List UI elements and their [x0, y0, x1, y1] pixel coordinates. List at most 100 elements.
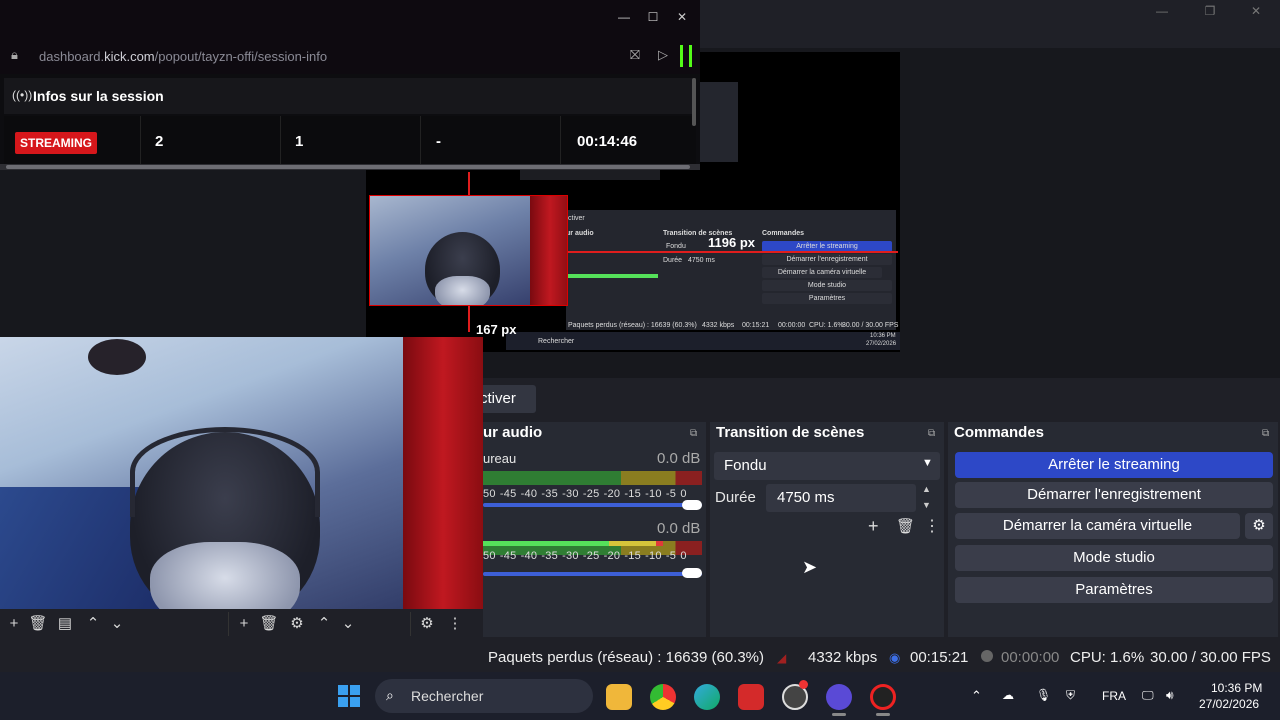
inner-fondu: Fondu	[666, 243, 686, 250]
inner-cmd-2: Démarrer la caméra virtuelle	[762, 267, 882, 278]
inner-cmd-1: Démarrer l'enregistrement	[762, 254, 892, 265]
scrollbar-thumb[interactable]	[6, 165, 690, 169]
source-settings-icon[interactable]: ⚙	[287, 614, 307, 634]
stat-subs: -	[436, 133, 441, 150]
popout-close-icon[interactable]: ✕	[672, 10, 692, 26]
dock-float-icon[interactable]: ⧉	[690, 428, 702, 440]
security-icon[interactable]: ⛨	[1066, 688, 1075, 703]
webcam-feed	[0, 337, 483, 609]
source-down-icon[interactable]: ⌄	[338, 614, 358, 634]
start-recording-button[interactable]: Démarrer l'enregistrement	[955, 482, 1273, 508]
notification-dot	[799, 680, 808, 689]
kick-bar-icon-b	[689, 45, 692, 67]
move-up-icon[interactable]: ⌃	[83, 614, 103, 634]
inner-clock-date: 27/02/2026	[866, 341, 897, 347]
divider	[228, 612, 229, 636]
tray-overflow-icon[interactable]: ⌃	[971, 688, 982, 704]
onedrive-icon[interactable]: ☁	[1002, 688, 1014, 702]
face	[150, 542, 300, 609]
language-indicator[interactable]: FRA	[1102, 689, 1126, 703]
height-guide-label: 167 px	[476, 322, 517, 337]
remove-source-icon[interactable]: 🗑︎	[259, 614, 279, 634]
divider	[410, 612, 411, 636]
spin-up-icon[interactable]: ▲	[922, 484, 931, 494]
stop-streaming-button[interactable]: Arrêter le streaming	[955, 452, 1273, 478]
webcam-source-selected[interactable]	[369, 195, 568, 306]
status-badge: STREAMING	[15, 132, 97, 154]
headphones	[130, 427, 320, 517]
channel-db: 0.0 dB	[657, 450, 701, 467]
wps-icon[interactable]	[738, 684, 764, 710]
stat-followers: 1	[295, 133, 304, 150]
remove-scene-icon[interactable]: 🗑︎	[28, 614, 48, 634]
source-up-icon[interactable]: ⌃	[314, 614, 334, 634]
volume-slider[interactable]	[483, 503, 702, 507]
audio-advanced-icon[interactable]: ⚙	[417, 614, 437, 634]
url-text[interactable]: dashboard.kick.com/popout/tayzn-offi/ses…	[39, 49, 327, 64]
studio-mode-button[interactable]: Mode studio	[955, 545, 1273, 571]
taskbar	[0, 672, 1280, 720]
volume-knob[interactable]	[682, 568, 702, 578]
curtain	[530, 196, 567, 305]
edge-icon[interactable]	[694, 684, 720, 710]
maximize-icon[interactable]: ❐	[1200, 4, 1220, 20]
add-transition-icon[interactable]: +	[868, 516, 879, 537]
close-icon[interactable]: ✕	[1246, 4, 1266, 20]
channel-name: ureau	[483, 451, 517, 466]
filters-icon[interactable]: ▤	[55, 614, 75, 634]
lock-icon: 🔒︎	[11, 47, 18, 62]
audio-mixer-title: ur audio	[483, 424, 543, 441]
duration-input[interactable]: 4750 ms	[766, 484, 916, 512]
search-placeholder: Rechercher	[411, 688, 484, 704]
more-menu-icon[interactable]: ⋮	[445, 614, 465, 634]
cell-divider	[560, 116, 561, 164]
running-indicator	[876, 713, 890, 716]
volume-icon[interactable]: 🔊︎	[1166, 688, 1174, 703]
session-title: Infos sur la session	[33, 88, 164, 104]
discord-like-icon[interactable]	[826, 684, 852, 710]
popout-maximize-icon[interactable]: ☐	[643, 10, 663, 26]
transition-select[interactable]: Fondu ▼	[714, 452, 940, 480]
dock-float-icon[interactable]: ⧉	[1262, 428, 1274, 440]
stat-duration: 00:14:46	[577, 133, 638, 150]
add-source-icon[interactable]: +	[234, 614, 254, 634]
more-menu-icon[interactable]: ⋮	[924, 516, 940, 536]
shield-icon[interactable]: ⛝	[630, 47, 640, 63]
chrome-icon[interactable]	[650, 684, 676, 710]
microphone-icon[interactable]: 🎙︎	[1036, 688, 1051, 702]
network-warning-icon: ◢	[777, 651, 787, 665]
start-virtualcam-button[interactable]: Démarrer la caméra virtuelle	[955, 513, 1240, 539]
audio-meter	[483, 471, 702, 485]
inner-rec: 00:00:00	[778, 322, 806, 329]
send-icon[interactable]: ▷	[658, 47, 668, 63]
obs-titlebar: — ❐ ✕	[700, 0, 1280, 26]
windows-start-icon[interactable]	[338, 685, 360, 707]
popout-minimize-icon[interactable]: —	[614, 10, 634, 26]
opera-icon[interactable]	[870, 684, 896, 710]
fps: 30.00 / 30.00 FPS	[1150, 649, 1271, 666]
add-scene-icon[interactable]: +	[4, 614, 24, 634]
trash-icon[interactable]: 🗑︎	[896, 517, 915, 535]
settings-button[interactable]: Paramètres	[955, 577, 1273, 603]
clock-time[interactable]: 10:36 PM	[1211, 681, 1262, 695]
volume-knob[interactable]	[682, 500, 702, 510]
inner-cmd-3: Mode studio	[762, 280, 892, 291]
taskbar-search[interactable]: ⌕ Rechercher	[375, 679, 593, 713]
vertical-scrollbar[interactable]	[692, 78, 696, 126]
dropped-frames: Paquets perdus (réseau) : 16639 (60.3%)	[488, 649, 764, 666]
file-explorer-icon[interactable]	[606, 684, 632, 710]
dock-float-icon[interactable]: ⧉	[928, 428, 940, 440]
virtualcam-settings-gear-icon[interactable]: ⚙	[1245, 513, 1273, 539]
spin-down-icon[interactable]: ▼	[922, 500, 931, 510]
broadcast-icon: ((•))	[12, 88, 33, 102]
move-down-icon[interactable]: ⌄	[107, 614, 127, 634]
stream-time: 00:15:21	[910, 649, 969, 666]
logo-tile	[338, 697, 348, 707]
network-icon[interactable]: 🖵	[1142, 688, 1154, 703]
stat-viewers: 2	[155, 133, 164, 150]
running-indicator	[832, 713, 846, 716]
volume-slider[interactable]	[483, 572, 702, 576]
kick-titlebar: — ☐ ✕	[0, 0, 700, 38]
minimize-icon[interactable]: —	[1152, 4, 1172, 20]
clock-date[interactable]: 27/02/2026	[1199, 697, 1259, 711]
